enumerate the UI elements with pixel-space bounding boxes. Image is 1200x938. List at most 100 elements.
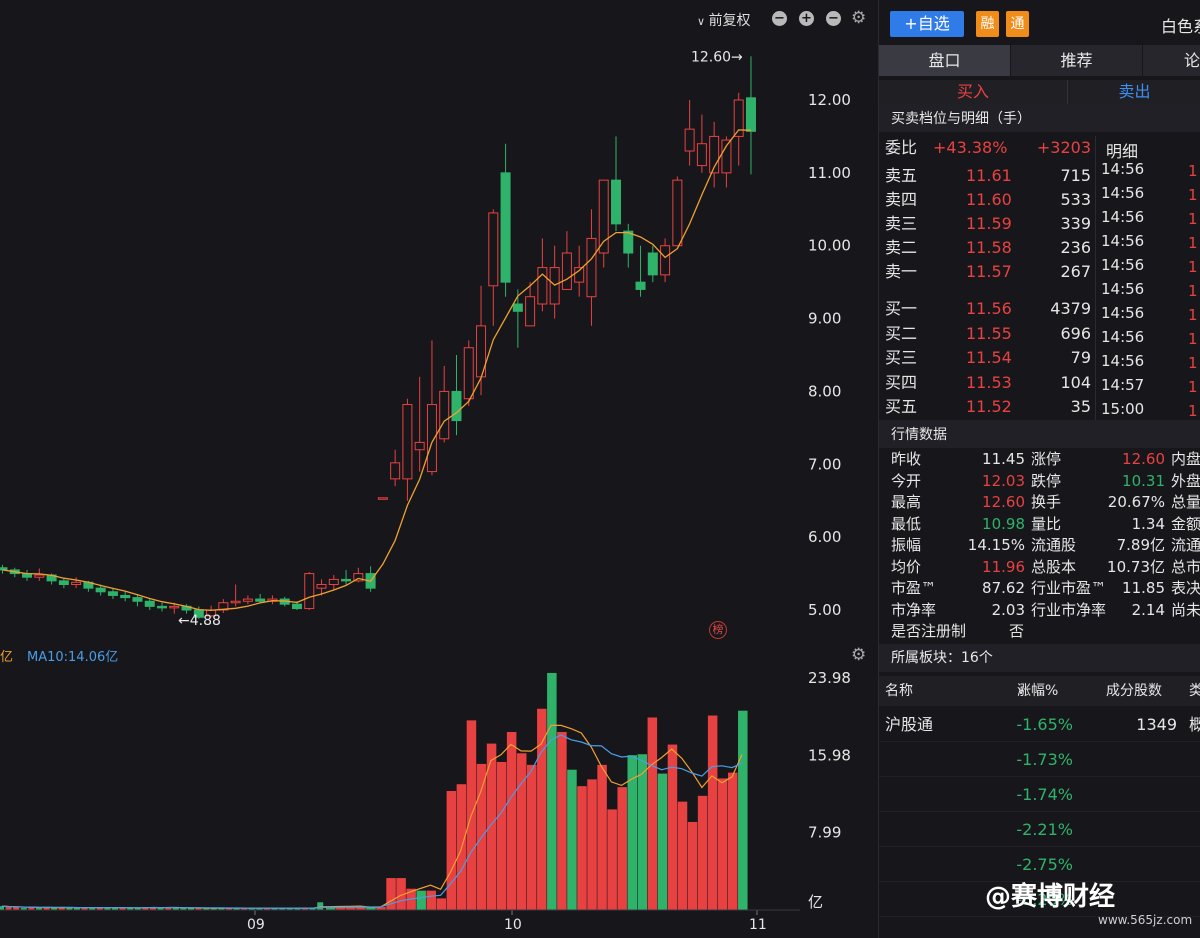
volume-bar[interactable]	[738, 710, 748, 910]
bid-row[interactable]: 买四 11.53 104	[879, 371, 1095, 395]
adjust-mode-dropdown[interactable]: ∨ 前复权	[697, 10, 751, 30]
sector-row[interactable]: -2.21%	[879, 812, 1200, 847]
zoom-out-icon[interactable]: −	[772, 11, 787, 26]
volume-bar[interactable]	[677, 801, 688, 910]
volume-chart[interactable]: 23.98 15.98 7.99 亿 09 10 11	[0, 640, 878, 938]
tab-recommend[interactable]: 推荐	[1011, 45, 1143, 76]
volume-bar[interactable]	[446, 791, 457, 910]
candle[interactable]	[22, 569, 33, 581]
add-watchlist-button[interactable]: +自选	[890, 11, 964, 37]
bid-row[interactable]: 买一 11.56 4379	[879, 297, 1095, 321]
sector-row[interactable]: -1.73%	[879, 742, 1200, 777]
ask-row[interactable]: 卖一 11.57 267	[879, 260, 1095, 284]
candle[interactable]	[365, 566, 376, 592]
volume-bar[interactable]	[728, 772, 738, 910]
volume-bar[interactable]	[577, 786, 587, 910]
volume-bar[interactable]	[416, 890, 426, 910]
volume-bar[interactable]	[697, 795, 708, 910]
minus-icon[interactable]: −	[826, 11, 841, 26]
volume-bar[interactable]	[637, 754, 648, 910]
volume-bar[interactable]	[537, 708, 547, 910]
volume-bar[interactable]	[597, 764, 607, 910]
candle[interactable]	[647, 245, 658, 283]
chart-area[interactable]: 12.00 11.00 10.00 9.00 8.00 7.00 6.00 5.00 12.60…	[0, 0, 878, 938]
candle[interactable]	[635, 245, 646, 297]
theme-toggle[interactable]: 白色系	[1161, 13, 1200, 37]
volume-bar[interactable]	[667, 744, 678, 910]
volume-bar[interactable]	[617, 787, 627, 910]
ask-row[interactable]: 卖二 11.58 236	[879, 236, 1095, 260]
volume-bar[interactable]	[547, 672, 557, 910]
volume-bar[interactable]	[587, 779, 597, 910]
candle[interactable]	[255, 593, 266, 603]
candle[interactable]	[230, 584, 241, 607]
candle[interactable]	[696, 114, 707, 173]
col-count[interactable]: 成分股数	[1106, 676, 1162, 706]
bid-row[interactable]: 买三 11.54 79	[879, 346, 1095, 370]
ask-row[interactable]: 卖三 11.59 339	[879, 212, 1095, 236]
candle[interactable]	[709, 121, 720, 188]
tab-orderbook[interactable]: 盘口	[879, 45, 1011, 76]
sector-row[interactable]: -1.74%	[879, 777, 1200, 812]
candle[interactable]	[488, 209, 499, 326]
volume-bar[interactable]	[687, 821, 698, 910]
candle[interactable]	[107, 588, 118, 600]
volume-bar[interactable]	[647, 717, 658, 910]
candle[interactable]	[672, 176, 683, 247]
volume-gear-icon[interactable]: ⚙	[851, 645, 866, 665]
candle[interactable]	[218, 599, 229, 613]
candle[interactable]	[390, 449, 401, 487]
bid-row[interactable]: 买五 11.52 35	[879, 395, 1095, 419]
tab-discussion[interactable]: 论	[1143, 45, 1200, 76]
candle[interactable]	[611, 136, 621, 232]
candle[interactable]	[745, 56, 756, 175]
candle[interactable]	[377, 497, 388, 500]
candle[interactable]	[157, 602, 168, 612]
volume-bar[interactable]	[657, 773, 668, 910]
connect-tag-button[interactable]: 通	[1006, 11, 1029, 37]
candle[interactable]	[721, 136, 732, 188]
sector-row[interactable]: 沪股通 -1.65% 1349 概	[879, 707, 1200, 742]
candle[interactable]	[267, 595, 278, 605]
candle[interactable]	[426, 340, 437, 476]
candle[interactable]	[58, 577, 69, 589]
candle[interactable]	[414, 376, 425, 472]
volume-bar[interactable]	[516, 753, 527, 910]
volume-bar[interactable]	[707, 715, 718, 910]
candle[interactable]	[71, 577, 82, 589]
candle[interactable]	[341, 569, 352, 585]
candle[interactable]	[451, 355, 462, 436]
ask-row[interactable]: 卖四 11.60 533	[879, 188, 1095, 212]
volume-bar[interactable]	[317, 902, 324, 910]
candle[interactable]	[328, 575, 339, 590]
volume-bar[interactable]	[607, 809, 617, 910]
volume-bar[interactable]	[527, 764, 537, 910]
candle[interactable]	[144, 598, 155, 610]
candle[interactable]	[439, 365, 450, 443]
ask-row[interactable]: 卖五 11.61 715	[879, 164, 1095, 188]
buy-button[interactable]: 买入	[879, 80, 1067, 104]
candlestick-chart[interactable]: 12.00 11.00 10.00 9.00 8.00 7.00 6.00 5.00 12.60…	[0, 0, 878, 640]
candle[interactable]	[660, 238, 671, 283]
volume-bar[interactable]	[717, 778, 728, 910]
candle[interactable]	[598, 179, 609, 268]
candle[interactable]	[242, 595, 253, 605]
volume-bar[interactable]	[557, 731, 567, 910]
volume-bar[interactable]	[426, 890, 437, 910]
candle[interactable]	[304, 572, 315, 610]
bid-row[interactable]: 买二 11.55 696	[879, 322, 1095, 346]
margin-tag-button[interactable]: 融	[976, 11, 999, 37]
candle[interactable]	[512, 289, 523, 348]
gear-icon[interactable]: ⚙	[851, 8, 866, 28]
sell-button[interactable]: 卖出	[1067, 80, 1200, 104]
volume-bar[interactable]	[567, 769, 577, 910]
col-name[interactable]: 名称	[885, 676, 913, 706]
candle[interactable]	[733, 92, 744, 166]
candle[interactable]	[500, 143, 511, 297]
zoom-in-icon[interactable]: +	[799, 11, 814, 26]
volume-bar[interactable]	[506, 731, 517, 910]
volume-bar[interactable]	[496, 761, 507, 910]
candle[interactable]	[623, 223, 634, 268]
candle[interactable]	[586, 209, 597, 326]
col-type[interactable]: 类	[1189, 676, 1200, 706]
